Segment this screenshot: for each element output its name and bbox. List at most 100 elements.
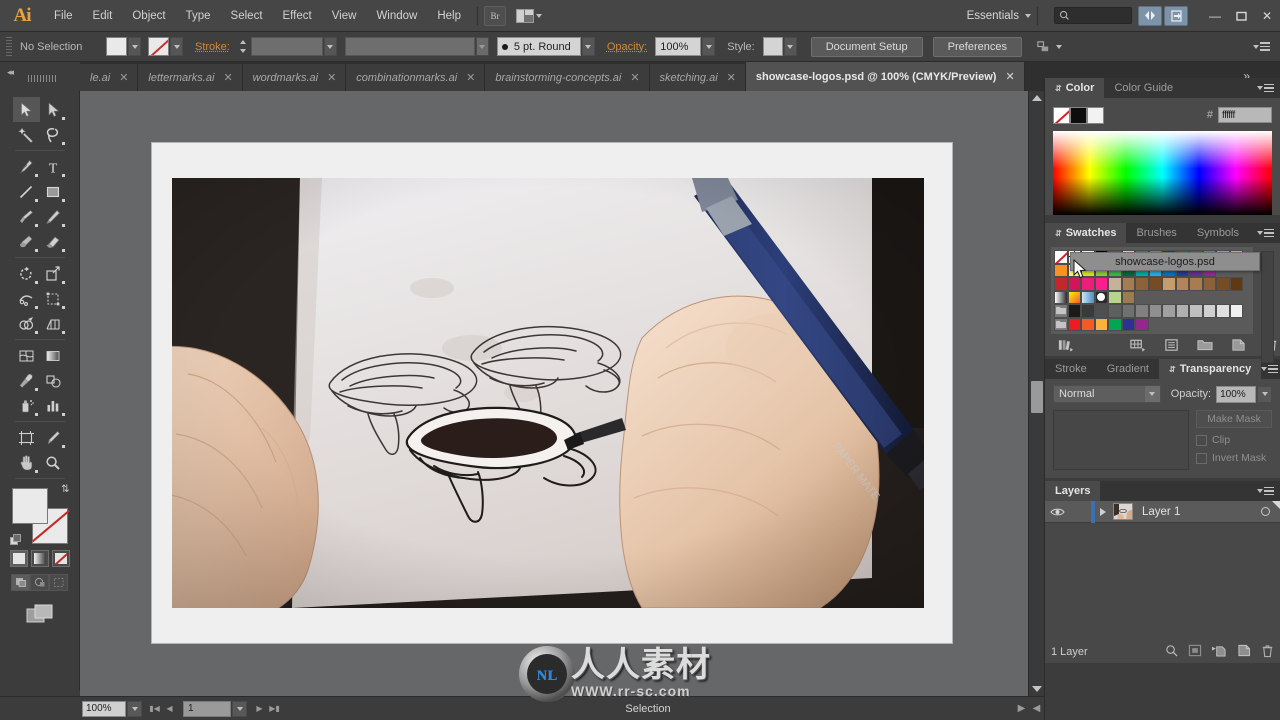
layer-row[interactable]: Layer 1 bbox=[1045, 500, 1280, 523]
swatch-color[interactable] bbox=[1202, 277, 1216, 291]
arrange-documents-button[interactable] bbox=[516, 8, 542, 23]
swatch-color[interactable] bbox=[1054, 277, 1068, 291]
tab-combinationmarks-ai[interactable]: combinationmarks.ai ✕ bbox=[346, 64, 486, 91]
shape-builder-tool[interactable] bbox=[13, 311, 40, 336]
draw-normal-button[interactable] bbox=[11, 574, 30, 591]
lasso-tool[interactable] bbox=[40, 122, 67, 147]
scale-tool[interactable] bbox=[40, 261, 67, 286]
layer-expand-toggle[interactable] bbox=[1095, 507, 1111, 516]
fill-swatch[interactable] bbox=[106, 37, 127, 56]
swatch-group-folder[interactable] bbox=[1054, 317, 1068, 331]
width-tool[interactable] bbox=[13, 286, 40, 311]
swatch-grayscale[interactable] bbox=[1067, 304, 1081, 318]
swatch-color[interactable] bbox=[1054, 263, 1068, 277]
layers-panel-menu[interactable] bbox=[1257, 481, 1280, 501]
close-icon[interactable]: ✕ bbox=[466, 71, 475, 84]
rotate-tool[interactable] bbox=[13, 261, 40, 286]
stroke-profile-dropdown[interactable] bbox=[475, 37, 489, 56]
swatch-pattern[interactable] bbox=[1108, 290, 1122, 304]
locate-object-icon[interactable] bbox=[1165, 644, 1178, 660]
tab-brushes[interactable]: Brushes bbox=[1126, 223, 1187, 243]
swatch-grayscale[interactable] bbox=[1216, 304, 1230, 318]
swatch-none[interactable] bbox=[1054, 250, 1068, 264]
tab-symbols[interactable]: Symbols bbox=[1186, 223, 1249, 243]
last-page-icon[interactable]: ▶▮ bbox=[267, 701, 282, 717]
tab-layers[interactable]: Layers bbox=[1045, 481, 1101, 501]
graphic-style-dropdown[interactable] bbox=[783, 37, 797, 56]
swatch-grayscale[interactable] bbox=[1202, 304, 1216, 318]
swatch-options-icon[interactable] bbox=[1164, 336, 1179, 354]
stroke-swatch-none[interactable] bbox=[148, 37, 169, 56]
paintbrush-tool[interactable] bbox=[13, 204, 40, 229]
swatch-gradient[interactable] bbox=[1054, 290, 1068, 304]
gradient-mode-button[interactable] bbox=[30, 550, 49, 567]
make-clipping-mask-icon[interactable] bbox=[1188, 644, 1202, 660]
eraser-tool[interactable] bbox=[40, 229, 67, 254]
hex-input[interactable]: ffffff bbox=[1218, 107, 1272, 123]
make-mask-button[interactable]: Make Mask bbox=[1196, 410, 1272, 428]
line-segment-tool[interactable] bbox=[13, 179, 40, 204]
swatches-panel-menu[interactable] bbox=[1257, 223, 1280, 243]
thumbnail-preview[interactable] bbox=[1053, 410, 1189, 470]
swatch-color[interactable] bbox=[1175, 277, 1189, 291]
color-panel-menu[interactable] bbox=[1257, 78, 1280, 98]
control-bar-grip[interactable] bbox=[6, 36, 12, 57]
graphic-style-swatch[interactable] bbox=[762, 37, 783, 56]
close-icon[interactable]: ✕ bbox=[327, 71, 336, 84]
maximize-button[interactable] bbox=[1228, 6, 1254, 26]
pencil-tool[interactable] bbox=[40, 204, 67, 229]
next-page-icon[interactable]: ▶ bbox=[252, 701, 267, 717]
pen-tool[interactable] bbox=[13, 154, 40, 179]
tab-wordmarks-ai[interactable]: wordmarks.ai ✕ bbox=[242, 64, 347, 91]
opacity-field[interactable]: 100% bbox=[655, 37, 702, 56]
tab-transparency[interactable]: ⇵ Transparency bbox=[1159, 359, 1262, 379]
swatch-color[interactable] bbox=[1094, 277, 1108, 291]
mesh-tool[interactable] bbox=[13, 343, 40, 368]
preferences-button[interactable]: Preferences bbox=[932, 36, 1022, 57]
swatch-grayscale[interactable] bbox=[1108, 304, 1122, 318]
zoom-tool[interactable] bbox=[40, 450, 67, 475]
opacity-dropdown[interactable] bbox=[702, 37, 716, 56]
color-mode-button[interactable] bbox=[9, 550, 28, 567]
tab-lettermarks-ai[interactable]: lettermarks.ai ✕ bbox=[138, 64, 243, 91]
change-screen-mode-button[interactable] bbox=[0, 603, 79, 625]
default-fill-stroke-icon[interactable] bbox=[9, 534, 22, 546]
swatch-grayscale[interactable] bbox=[1135, 304, 1149, 318]
close-icon[interactable]: ✕ bbox=[119, 71, 128, 84]
close-button[interactable]: ✕ bbox=[1254, 6, 1280, 26]
stroke-swatch-group[interactable] bbox=[148, 37, 183, 56]
invert-mask-row[interactable]: Invert Mask bbox=[1196, 452, 1272, 464]
perspective-grid-tool[interactable] bbox=[40, 311, 67, 336]
tab-showcase-logos-psd[interactable]: showcase-logos.psd @ 100% (CMYK/Preview)… bbox=[745, 62, 1025, 91]
fill-color-box[interactable] bbox=[11, 488, 48, 524]
swatch-color[interactable] bbox=[1162, 277, 1176, 291]
blend-tool[interactable] bbox=[40, 368, 67, 393]
tab-color[interactable]: ⇵ Color bbox=[1045, 78, 1105, 98]
page-number-field[interactable]: 1 bbox=[183, 700, 231, 717]
color-chip-white[interactable] bbox=[1087, 106, 1104, 124]
opacity-dropdown[interactable] bbox=[1257, 385, 1272, 403]
swatch-grayscale[interactable] bbox=[1229, 304, 1243, 318]
swatch-grayscale[interactable] bbox=[1162, 304, 1176, 318]
color-chip-none[interactable] bbox=[1053, 106, 1070, 124]
close-icon[interactable]: ✕ bbox=[1005, 70, 1014, 83]
new-color-group-icon[interactable] bbox=[1197, 336, 1213, 354]
prev-page-icon[interactable]: ◀ bbox=[162, 701, 177, 717]
swatch-color[interactable] bbox=[1148, 277, 1162, 291]
none-mode-button[interactable] bbox=[51, 550, 70, 567]
create-new-layer-icon[interactable] bbox=[1237, 644, 1251, 660]
symbol-sprayer-tool[interactable] bbox=[13, 393, 40, 418]
layer-target-icon[interactable] bbox=[1261, 507, 1270, 516]
placed-photograph[interactable]: PAPER MATE bbox=[172, 178, 924, 608]
stroke-weight-field[interactable] bbox=[250, 37, 323, 56]
fill-stroke-controls[interactable]: ⇅ bbox=[9, 484, 70, 546]
eyedropper-tool[interactable] bbox=[13, 368, 40, 393]
close-icon[interactable]: ✕ bbox=[727, 71, 736, 84]
zoom-level-dropdown[interactable] bbox=[127, 700, 142, 717]
menu-type[interactable]: Type bbox=[176, 0, 221, 32]
column-graph-tool[interactable] bbox=[40, 393, 67, 418]
close-icon[interactable]: ✕ bbox=[630, 71, 639, 84]
swatch-grayscale[interactable] bbox=[1121, 304, 1135, 318]
swatch-pattern[interactable] bbox=[1121, 290, 1135, 304]
stroke-dropdown[interactable] bbox=[170, 37, 183, 56]
